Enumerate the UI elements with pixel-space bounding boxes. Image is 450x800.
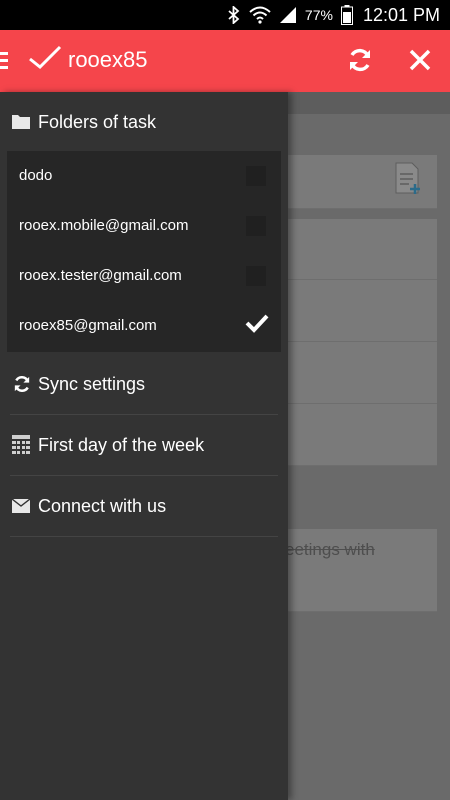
folder-label: rooex.mobile@gmail.com — [19, 217, 189, 234]
app-logo-icon — [29, 45, 62, 70]
bluetooth-icon — [227, 6, 241, 24]
folder-checkbox[interactable] — [246, 216, 266, 236]
folder-item-dodo[interactable]: dodo — [7, 151, 281, 201]
sync-icon[interactable] — [346, 46, 374, 74]
wifi-icon — [249, 6, 271, 24]
battery-icon — [340, 5, 353, 25]
background-task-text: eetings with — [285, 540, 375, 559]
folder-item-rooex-mobile[interactable]: rooex.mobile@gmail.com — [7, 201, 281, 251]
mail-icon — [12, 499, 30, 513]
header-title: rooex85 — [68, 47, 148, 72]
folder-label: dodo — [19, 167, 53, 184]
folder-item-rooex-tester[interactable]: rooex.tester@gmail.com — [7, 251, 281, 301]
battery-percent: 77% — [304, 7, 333, 23]
calendar-icon — [12, 435, 30, 454]
folder-label: rooex.tester@gmail.com — [19, 267, 182, 284]
navigation-drawer: Folders of task dodo rooex.mobile@gmail.… — [0, 92, 288, 800]
folder-checkbox[interactable] — [246, 266, 266, 286]
signal-icon — [279, 6, 297, 24]
folder-checkbox[interactable] — [246, 166, 266, 186]
connect-label: Connect with us — [38, 495, 167, 516]
status-bar: 77% 12:01 PM — [0, 0, 450, 30]
app-header: rooex85 — [0, 30, 450, 92]
folders-list: dodo rooex.mobile@gmail.com rooex.tester… — [7, 151, 281, 352]
sync-settings-icon — [14, 376, 30, 392]
background-card — [265, 342, 437, 404]
background-card — [265, 404, 437, 466]
folders-title: Folders of task — [38, 111, 157, 132]
first-day-label: First day of the week — [38, 434, 205, 455]
folder-icon — [12, 115, 30, 129]
folders-header: Folders of task — [0, 92, 288, 152]
menu-icon[interactable] — [0, 52, 8, 70]
add-note-icon — [395, 162, 420, 194]
background-card — [265, 280, 437, 342]
sync-settings-item[interactable]: Sync settings — [0, 354, 288, 414]
folder-label: rooex85@gmail.com — [19, 317, 157, 334]
background-card — [265, 219, 437, 280]
close-icon[interactable] — [408, 48, 432, 72]
status-time: 12:01 PM — [362, 4, 440, 25]
checkmark-icon[interactable] — [245, 313, 269, 333]
connect-item[interactable]: Connect with us — [0, 476, 288, 536]
folder-item-rooex85[interactable]: rooex85@gmail.com — [7, 301, 281, 351]
sync-settings-label: Sync settings — [38, 373, 146, 394]
divider — [10, 536, 278, 537]
first-day-item[interactable]: First day of the week — [0, 415, 288, 475]
